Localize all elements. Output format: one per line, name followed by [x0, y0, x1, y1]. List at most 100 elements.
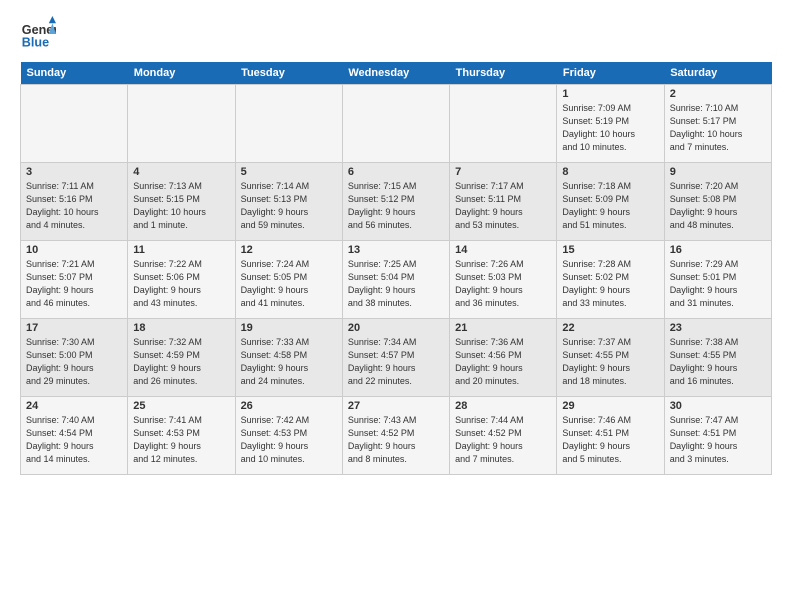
- day-info: Sunrise: 7:46 AM Sunset: 4:51 PM Dayligh…: [562, 414, 658, 466]
- day-info: Sunrise: 7:11 AM Sunset: 5:16 PM Dayligh…: [26, 180, 122, 232]
- day-info: Sunrise: 7:42 AM Sunset: 4:53 PM Dayligh…: [241, 414, 337, 466]
- day-number: 21: [455, 322, 551, 334]
- weekday-header-friday: Friday: [557, 62, 664, 85]
- day-cell: 5 Sunrise: 7:14 AM Sunset: 5:13 PM Daylig…: [235, 163, 342, 241]
- day-info: Sunrise: 7:17 AM Sunset: 5:11 PM Dayligh…: [455, 180, 551, 232]
- day-cell: 14Sunrise: 7:26 AM Sunset: 5:03 PM Dayli…: [450, 241, 557, 319]
- logo-icon: General Blue: [20, 16, 56, 52]
- day-number: 4: [133, 166, 229, 178]
- day-cell: 25 Sunrise: 7:41 AM Sunset: 4:53 PM Dayli…: [128, 397, 235, 475]
- day-number: 16: [670, 244, 766, 256]
- day-number: 5: [241, 166, 337, 178]
- day-number: 17: [26, 322, 122, 334]
- day-number: 7: [455, 166, 551, 178]
- day-info: Sunrise: 7:24 AM Sunset: 5:05 PM Dayligh…: [241, 258, 337, 310]
- day-info: Sunrise: 7:29 AM Sunset: 5:01 PM Dayligh…: [670, 258, 766, 310]
- svg-text:Blue: Blue: [22, 36, 49, 50]
- day-number: 10: [26, 244, 122, 256]
- day-info: Sunrise: 7:15 AM Sunset: 5:12 PM Dayligh…: [348, 180, 444, 232]
- day-cell: 20 Sunrise: 7:34 AM Sunset: 4:57 PM Dayli…: [342, 319, 449, 397]
- day-cell: 11 Sunrise: 7:22 AM Sunset: 5:06 PM Dayli…: [128, 241, 235, 319]
- page: General Blue SundayMondayTuesdayWednesda…: [0, 0, 792, 485]
- day-number: 20: [348, 322, 444, 334]
- day-number: 27: [348, 400, 444, 412]
- day-cell: [21, 85, 128, 163]
- day-cell: 26 Sunrise: 7:42 AM Sunset: 4:53 PM Dayli…: [235, 397, 342, 475]
- day-info: Sunrise: 7:33 AM Sunset: 4:58 PM Dayligh…: [241, 336, 337, 388]
- day-cell: 24 Sunrise: 7:40 AM Sunset: 4:54 PM Dayli…: [21, 397, 128, 475]
- weekday-header-sunday: Sunday: [21, 62, 128, 85]
- weekday-header-row: SundayMondayTuesdayWednesdayThursdayFrid…: [21, 62, 772, 85]
- day-number: 2: [670, 88, 766, 100]
- day-cell: 13 Sunrise: 7:25 AM Sunset: 5:04 PM Dayli…: [342, 241, 449, 319]
- day-number: 26: [241, 400, 337, 412]
- day-cell: 22Sunrise: 7:37 AM Sunset: 4:55 PM Dayli…: [557, 319, 664, 397]
- day-info: Sunrise: 7:43 AM Sunset: 4:52 PM Dayligh…: [348, 414, 444, 466]
- day-number: 23: [670, 322, 766, 334]
- day-cell: [235, 85, 342, 163]
- day-cell: 3 Sunrise: 7:11 AM Sunset: 5:16 PM Daylig…: [21, 163, 128, 241]
- day-info: Sunrise: 7:47 AM Sunset: 4:51 PM Dayligh…: [670, 414, 766, 466]
- day-info: Sunrise: 7:09 AM Sunset: 5:19 PM Dayligh…: [562, 102, 658, 154]
- weekday-header-tuesday: Tuesday: [235, 62, 342, 85]
- day-cell: 7 Sunrise: 7:17 AM Sunset: 5:11 PM Daylig…: [450, 163, 557, 241]
- calendar-table: SundayMondayTuesdayWednesdayThursdayFrid…: [20, 62, 772, 475]
- day-info: Sunrise: 7:13 AM Sunset: 5:15 PM Dayligh…: [133, 180, 229, 232]
- day-info: Sunrise: 7:37 AM Sunset: 4:55 PM Dayligh…: [562, 336, 658, 388]
- week-row-5: 24 Sunrise: 7:40 AM Sunset: 4:54 PM Dayli…: [21, 397, 772, 475]
- day-number: 11: [133, 244, 229, 256]
- day-cell: 21Sunrise: 7:36 AM Sunset: 4:56 PM Dayli…: [450, 319, 557, 397]
- day-cell: 15Sunrise: 7:28 AM Sunset: 5:02 PM Dayli…: [557, 241, 664, 319]
- day-number: 24: [26, 400, 122, 412]
- day-info: Sunrise: 7:34 AM Sunset: 4:57 PM Dayligh…: [348, 336, 444, 388]
- day-cell: 1 Sunrise: 7:09 AM Sunset: 5:19 PM Daylig…: [557, 85, 664, 163]
- day-number: 6: [348, 166, 444, 178]
- week-row-2: 3 Sunrise: 7:11 AM Sunset: 5:16 PM Daylig…: [21, 163, 772, 241]
- day-cell: 9Sunrise: 7:20 AM Sunset: 5:08 PM Daylig…: [664, 163, 771, 241]
- weekday-header-monday: Monday: [128, 62, 235, 85]
- day-number: 28: [455, 400, 551, 412]
- day-cell: 4 Sunrise: 7:13 AM Sunset: 5:15 PM Daylig…: [128, 163, 235, 241]
- week-row-1: 1 Sunrise: 7:09 AM Sunset: 5:19 PM Daylig…: [21, 85, 772, 163]
- day-info: Sunrise: 7:26 AM Sunset: 5:03 PM Dayligh…: [455, 258, 551, 310]
- day-cell: 8 Sunrise: 7:18 AM Sunset: 5:09 PM Daylig…: [557, 163, 664, 241]
- day-cell: [128, 85, 235, 163]
- day-cell: 29 Sunrise: 7:46 AM Sunset: 4:51 PM Dayli…: [557, 397, 664, 475]
- day-number: 8: [562, 166, 658, 178]
- day-info: Sunrise: 7:25 AM Sunset: 5:04 PM Dayligh…: [348, 258, 444, 310]
- day-info: Sunrise: 7:38 AM Sunset: 4:55 PM Dayligh…: [670, 336, 766, 388]
- header: General Blue: [20, 16, 772, 52]
- day-info: Sunrise: 7:14 AM Sunset: 5:13 PM Dayligh…: [241, 180, 337, 232]
- day-info: Sunrise: 7:30 AM Sunset: 5:00 PM Dayligh…: [26, 336, 122, 388]
- day-cell: 10 Sunrise: 7:21 AM Sunset: 5:07 PM Dayli…: [21, 241, 128, 319]
- day-cell: 28 Sunrise: 7:44 AM Sunset: 4:52 PM Dayli…: [450, 397, 557, 475]
- day-cell: 16 Sunrise: 7:29 AM Sunset: 5:01 PM Dayli…: [664, 241, 771, 319]
- day-number: 29: [562, 400, 658, 412]
- day-cell: 17 Sunrise: 7:30 AM Sunset: 5:00 PM Dayli…: [21, 319, 128, 397]
- day-number: 30: [670, 400, 766, 412]
- day-info: Sunrise: 7:44 AM Sunset: 4:52 PM Dayligh…: [455, 414, 551, 466]
- day-cell: 2 Sunrise: 7:10 AM Sunset: 5:17 PM Daylig…: [664, 85, 771, 163]
- day-number: 25: [133, 400, 229, 412]
- day-info: Sunrise: 7:22 AM Sunset: 5:06 PM Dayligh…: [133, 258, 229, 310]
- day-info: Sunrise: 7:40 AM Sunset: 4:54 PM Dayligh…: [26, 414, 122, 466]
- week-row-4: 17 Sunrise: 7:30 AM Sunset: 5:00 PM Dayli…: [21, 319, 772, 397]
- day-info: Sunrise: 7:21 AM Sunset: 5:07 PM Dayligh…: [26, 258, 122, 310]
- day-info: Sunrise: 7:41 AM Sunset: 4:53 PM Dayligh…: [133, 414, 229, 466]
- weekday-header-wednesday: Wednesday: [342, 62, 449, 85]
- day-info: Sunrise: 7:10 AM Sunset: 5:17 PM Dayligh…: [670, 102, 766, 154]
- day-number: 13: [348, 244, 444, 256]
- day-number: 1: [562, 88, 658, 100]
- day-info: Sunrise: 7:20 AM Sunset: 5:08 PM Dayligh…: [670, 180, 766, 232]
- day-number: 19: [241, 322, 337, 334]
- day-cell: 6 Sunrise: 7:15 AM Sunset: 5:12 PM Daylig…: [342, 163, 449, 241]
- day-number: 3: [26, 166, 122, 178]
- day-cell: 12 Sunrise: 7:24 AM Sunset: 5:05 PM Dayli…: [235, 241, 342, 319]
- weekday-header-saturday: Saturday: [664, 62, 771, 85]
- weekday-header-thursday: Thursday: [450, 62, 557, 85]
- day-info: Sunrise: 7:18 AM Sunset: 5:09 PM Dayligh…: [562, 180, 658, 232]
- day-cell: 27 Sunrise: 7:43 AM Sunset: 4:52 PM Dayli…: [342, 397, 449, 475]
- logo: General Blue: [20, 16, 56, 52]
- day-info: Sunrise: 7:28 AM Sunset: 5:02 PM Dayligh…: [562, 258, 658, 310]
- day-number: 12: [241, 244, 337, 256]
